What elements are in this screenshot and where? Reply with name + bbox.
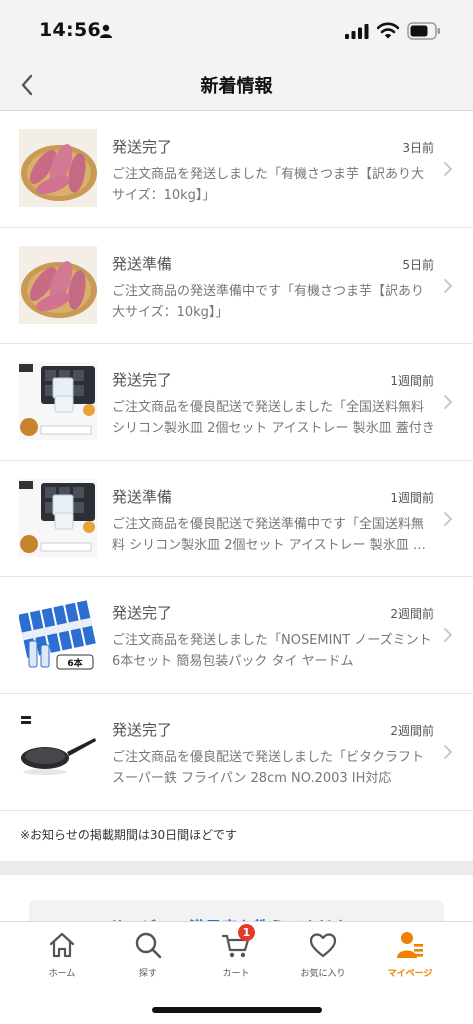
item-time: 5日前	[402, 257, 434, 272]
item-time: 2週間前	[390, 607, 434, 621]
cart-badge: 1	[238, 924, 255, 941]
heart-icon	[309, 933, 337, 958]
nosemint-thumbnail: 6本	[19, 595, 97, 673]
item-body: ご注文商品を優良配送で発送しました「ビタクラフト スーパー鉄 フライパン 28c…	[112, 749, 425, 786]
tab-label: ホーム	[48, 969, 76, 979]
item-status: 発送準備	[112, 487, 173, 506]
item-status: 発送完了	[112, 604, 173, 622]
item-status: 発送準備	[112, 254, 173, 273]
item-status: 発送完了	[112, 138, 173, 156]
chevron-right-icon	[444, 628, 453, 642]
home-icon	[49, 932, 75, 958]
tab-label: お気に入り	[300, 969, 346, 979]
notification-item[interactable]: 発送完了 1週間前 ご注文商品を優良配送で発送しました「全国送料無料 シリコン製…	[0, 344, 473, 461]
item-time: 3日前	[402, 141, 434, 155]
notification-item[interactable]: 発送準備 1週間前 ご注文商品を優良配送で発送準備中です「全国送料無料 シリコン…	[0, 461, 473, 577]
wifi-icon	[377, 22, 399, 39]
person-status-icon	[100, 24, 112, 38]
tab-home[interactable]: ホーム	[22, 930, 102, 982]
battery-icon	[407, 22, 440, 40]
svg-text:6本: 6本	[67, 657, 83, 669]
notification-item[interactable]: 発送完了 2週間前 ご注文商品を優良配送で発送しました「ビタクラフト スーパー鉄…	[0, 694, 473, 811]
item-status: 発送完了	[112, 720, 173, 739]
notification-item[interactable]: 6本 発送完了 2週間前 ご注文商品を発送しました「NOSEMINT ノーズミン…	[0, 577, 473, 694]
chevron-right-icon	[444, 744, 453, 759]
sweet-potato-thumbnail	[19, 245, 97, 324]
item-time: 2週間前	[390, 723, 434, 738]
tab-favorites[interactable]: お気に入り	[283, 930, 363, 982]
notification-item[interactable]: 発送準備 5日前 ご注文商品の発送準備中です「有機さつま芋【訳あり大サイズ：10…	[0, 228, 473, 344]
chevron-right-icon	[444, 511, 453, 526]
item-body: ご注文商品を優良配送で発送しました「全国送料無料 シリコン製氷皿 2個セット ア…	[112, 400, 435, 436]
sweet-potato-thumbnail	[19, 129, 97, 207]
item-status: 発送完了	[112, 371, 173, 389]
notice-section: ※お知らせの掲載期間は30日間ほどです	[0, 810, 473, 861]
item-time: 1週間前	[390, 374, 434, 388]
frying-pan-thumbnail	[19, 711, 97, 790]
search-icon	[135, 932, 162, 959]
tab-cart[interactable]: 1 カート	[196, 924, 276, 982]
tab-search[interactable]: 探す	[108, 930, 188, 982]
ice-tray-thumbnail	[19, 478, 97, 557]
item-body: ご注文商品を優良配送で発送準備中です「全国送料無料 シリコン製氷皿 2個セット …	[112, 516, 426, 553]
chevron-right-icon	[444, 162, 453, 176]
notification-list: 発送完了 3日前 ご注文商品を発送しました「有機さつま芋【訳あり大サイズ：10k…	[0, 111, 473, 810]
person-icon	[397, 932, 423, 958]
tab-mypage[interactable]: マイページ	[370, 930, 450, 982]
tab-label: マイページ	[387, 969, 433, 979]
ice-tray-thumbnail	[19, 362, 97, 440]
chevron-right-icon	[444, 395, 453, 409]
notice-text: ※お知らせの掲載期間は30日間ほどです	[20, 828, 237, 842]
item-body: ご注文商品を発送しました「NOSEMINT ノーズミント 6本セット 簡易包装パ…	[112, 633, 432, 669]
navigation-bar: 新着情報	[0, 58, 473, 111]
notification-item[interactable]: 発送完了 3日前 ご注文商品を発送しました「有機さつま芋【訳あり大サイズ：10k…	[0, 111, 473, 228]
chevron-right-icon	[444, 278, 453, 293]
page-title: 新着情報	[200, 76, 273, 97]
home-indicator	[152, 1007, 322, 1013]
status-bar: 14:56	[0, 0, 473, 58]
tab-label: カート	[222, 969, 250, 979]
item-body: ご注文商品の発送準備中です「有機さつま芋【訳あり大サイズ：10kg】」	[112, 283, 425, 320]
section-divider	[0, 861, 473, 875]
signal-icon	[345, 24, 369, 39]
item-time: 1週間前	[390, 490, 434, 505]
status-time: 14:56	[39, 19, 101, 41]
item-body: ご注文商品を発送しました「有機さつま芋【訳あり大サイズ：10kg】」	[112, 167, 425, 203]
tab-label: 探す	[138, 969, 157, 979]
